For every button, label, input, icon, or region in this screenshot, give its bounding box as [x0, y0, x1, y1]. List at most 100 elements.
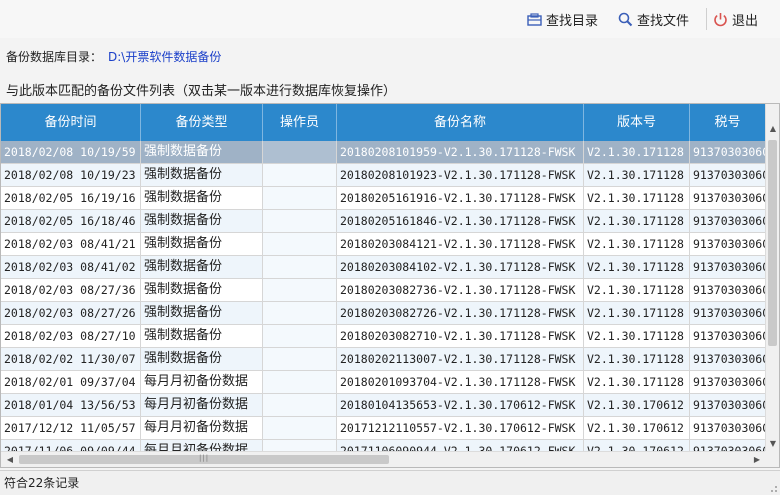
backup-time-cell: 2017/12/12 11/05/57 [1, 417, 141, 439]
backup-name-cell: 20180203082726-V2.1.30.171128-FWSK [337, 302, 584, 324]
grid-rows: 2018/02/08 10/19/59 强制数据备份 20180208101959-… [1, 141, 766, 451]
backup-type-cell: 强制数据备份 [141, 302, 263, 324]
backup-type-cell: 强制数据备份 [141, 164, 263, 186]
search-icon [618, 12, 633, 27]
operator-cell [263, 279, 337, 301]
backup-directory-row: 备份数据库目录： D:\开票软件数据备份 [6, 48, 221, 65]
operator-cell [263, 302, 337, 324]
tax-id-cell: 91370303060 [690, 371, 766, 393]
backup-type-cell: 强制数据备份 [141, 279, 263, 301]
backup-time-cell: 2018/02/03 08/27/26 [1, 302, 141, 324]
table-row[interactable]: 2018/02/01 09/37/04 每月月初备份数据 2018020109370… [1, 371, 766, 394]
operator-cell [263, 210, 337, 232]
scroll-down-arrow-icon[interactable]: ▼ [766, 437, 779, 451]
tax-id-cell: 91370303060 [690, 325, 766, 347]
backup-time-cell: 2018/02/02 11/30/07 [1, 348, 141, 370]
backup-name-cell: 20180203084102-V2.1.30.171128-FWSK [337, 256, 584, 278]
backup-name-cell: 20180202113007-V2.1.30.171128-FWSK [337, 348, 584, 370]
backup-type-cell: 强制数据备份 [141, 187, 263, 209]
col-version-header[interactable]: 版本号 [584, 104, 690, 141]
backup-time-cell: 2018/02/08 10/19/59 [1, 141, 141, 163]
col-backup-name-header[interactable]: 备份名称 [337, 104, 584, 141]
tax-id-cell: 91370303060 [690, 394, 766, 416]
operator-cell [263, 164, 337, 186]
find-directory-button[interactable]: 查找目录 [527, 9, 598, 29]
operator-cell [263, 394, 337, 416]
table-row[interactable]: 2018/02/08 10/19/59 强制数据备份 20180208101959-… [1, 141, 766, 164]
toolbar: 查找目录 查找文件 退出 [0, 0, 780, 38]
tax-id-cell: 91370303060 [690, 210, 766, 232]
toolbar-separator [706, 8, 707, 30]
backup-name-cell: 20180208101959-V2.1.30.171128-FWSK [337, 141, 584, 163]
resize-grip-icon[interactable] [768, 483, 778, 493]
grid-header: 备份时间 备份类型 操作员 备份名称 版本号 税号 [1, 104, 766, 141]
table-row[interactable]: 2018/02/05 16/19/16 强制数据备份 20180205161916-… [1, 187, 766, 210]
version-cell: V2.1.30.171128 [584, 325, 690, 347]
scroll-up-arrow-icon[interactable]: ▲ [766, 122, 779, 136]
tax-id-cell: 91370303060 [690, 187, 766, 209]
scroll-right-arrow-icon[interactable]: ▶ [750, 453, 764, 467]
col-backup-time-header[interactable]: 备份时间 [1, 104, 141, 141]
operator-cell [263, 440, 337, 451]
backup-type-cell: 每月月初备份数据 [141, 417, 263, 439]
backup-type-cell: 每月月初备份数据 [141, 371, 263, 393]
table-row[interactable]: 2018/02/03 08/41/21 强制数据备份 20180203084121-… [1, 233, 766, 256]
vertical-scrollbar[interactable]: ▲ ▼ [765, 104, 779, 451]
table-row[interactable]: 2018/02/03 08/27/10 强制数据备份 20180203082710-… [1, 325, 766, 348]
col-backup-type-header[interactable]: 备份类型 [141, 104, 263, 141]
table-row[interactable]: 2018/02/02 11/30/07 强制数据备份 20180202113007-… [1, 348, 766, 371]
tax-id-cell: 91370303060 [690, 417, 766, 439]
backup-name-cell: 20180203082710-V2.1.30.171128-FWSK [337, 325, 584, 347]
operator-cell [263, 348, 337, 370]
table-row[interactable]: 2018/02/03 08/27/26 强制数据备份 20180203082726-… [1, 302, 766, 325]
tax-id-cell: 91370303060 [690, 233, 766, 255]
backup-time-cell: 2018/02/03 08/41/02 [1, 256, 141, 278]
tax-id-cell: 91370303060 [690, 348, 766, 370]
table-row[interactable]: 2018/01/04 13/56/53 每月月初备份数据 2018010413565… [1, 394, 766, 417]
find-file-label: 查找文件 [637, 13, 690, 29]
backup-type-cell: 强制数据备份 [141, 325, 263, 347]
find-file-button[interactable]: 查找文件 [618, 9, 689, 29]
backup-time-cell: 2018/02/03 08/27/10 [1, 325, 141, 347]
backup-name-cell: 20180203084121-V2.1.30.171128-FWSK [337, 233, 584, 255]
find-directory-label: 查找目录 [546, 13, 599, 29]
backup-type-cell: 强制数据备份 [141, 210, 263, 232]
backup-name-cell: 20171106090944-V2.1.30.170612-FWSK [337, 440, 584, 451]
backup-directory-path[interactable]: D:\开票软件数据备份 [108, 50, 221, 64]
version-cell: V2.1.30.171128 [584, 164, 690, 186]
backup-list-title: 与此版本匹配的备份文件列表（双击某一版本进行数据库恢复操作） [6, 84, 397, 99]
table-row[interactable]: 2018/02/05 16/18/46 强制数据备份 20180205161846-… [1, 210, 766, 233]
col-tax-id-header[interactable]: 税号 [690, 104, 766, 141]
exit-button[interactable]: 退出 [713, 9, 758, 29]
backup-type-cell: 强制数据备份 [141, 141, 263, 163]
table-row[interactable]: 2018/02/08 10/19/23 强制数据备份 20180208101923-… [1, 164, 766, 187]
backup-time-cell: 2018/02/08 10/19/23 [1, 164, 141, 186]
backup-type-cell: 强制数据备份 [141, 256, 263, 278]
version-cell: V2.1.30.171128 [584, 141, 690, 163]
horizontal-scrollbar[interactable]: ◀ ||| ▶ [1, 451, 766, 467]
backup-name-cell: 20180203082736-V2.1.30.171128-FWSK [337, 279, 584, 301]
col-operator-header[interactable]: 操作员 [263, 104, 337, 141]
record-count: 符合22条记录 [4, 476, 80, 490]
version-cell: V2.1.30.171128 [584, 371, 690, 393]
table-row[interactable]: 2018/02/03 08/41/02 强制数据备份 20180203084102-… [1, 256, 766, 279]
backup-name-cell: 20180205161846-V2.1.30.171128-FWSK [337, 210, 584, 232]
version-cell: V2.1.30.170612 [584, 417, 690, 439]
version-cell: V2.1.30.171128 [584, 233, 690, 255]
table-row[interactable]: 2018/02/03 08/27/36 强制数据备份 20180203082736-… [1, 279, 766, 302]
tax-id-cell: 91370303060 [690, 164, 766, 186]
vertical-scroll-thumb[interactable] [768, 140, 777, 346]
scrollbar-corner [765, 451, 779, 467]
operator-cell [263, 233, 337, 255]
table-row[interactable]: 2017/12/12 11/05/57 每月月初备份数据 2017121211055… [1, 417, 766, 440]
backup-time-cell: 2018/02/05 16/18/46 [1, 210, 141, 232]
backup-type-cell: 每月月初备份数据 [141, 440, 263, 451]
scroll-left-arrow-icon[interactable]: ◀ [3, 453, 17, 467]
status-bar: 符合22条记录 [0, 470, 780, 495]
power-icon [713, 12, 728, 27]
tax-id-cell: 91370303060 [690, 279, 766, 301]
backup-time-cell: 2018/02/01 09/37/04 [1, 371, 141, 393]
backup-name-cell: 20180208101923-V2.1.30.171128-FWSK [337, 164, 584, 186]
version-cell: V2.1.30.171128 [584, 348, 690, 370]
table-row[interactable]: 2017/11/06 09/09/44 每月月初备份数据 2017110609094… [1, 440, 766, 451]
